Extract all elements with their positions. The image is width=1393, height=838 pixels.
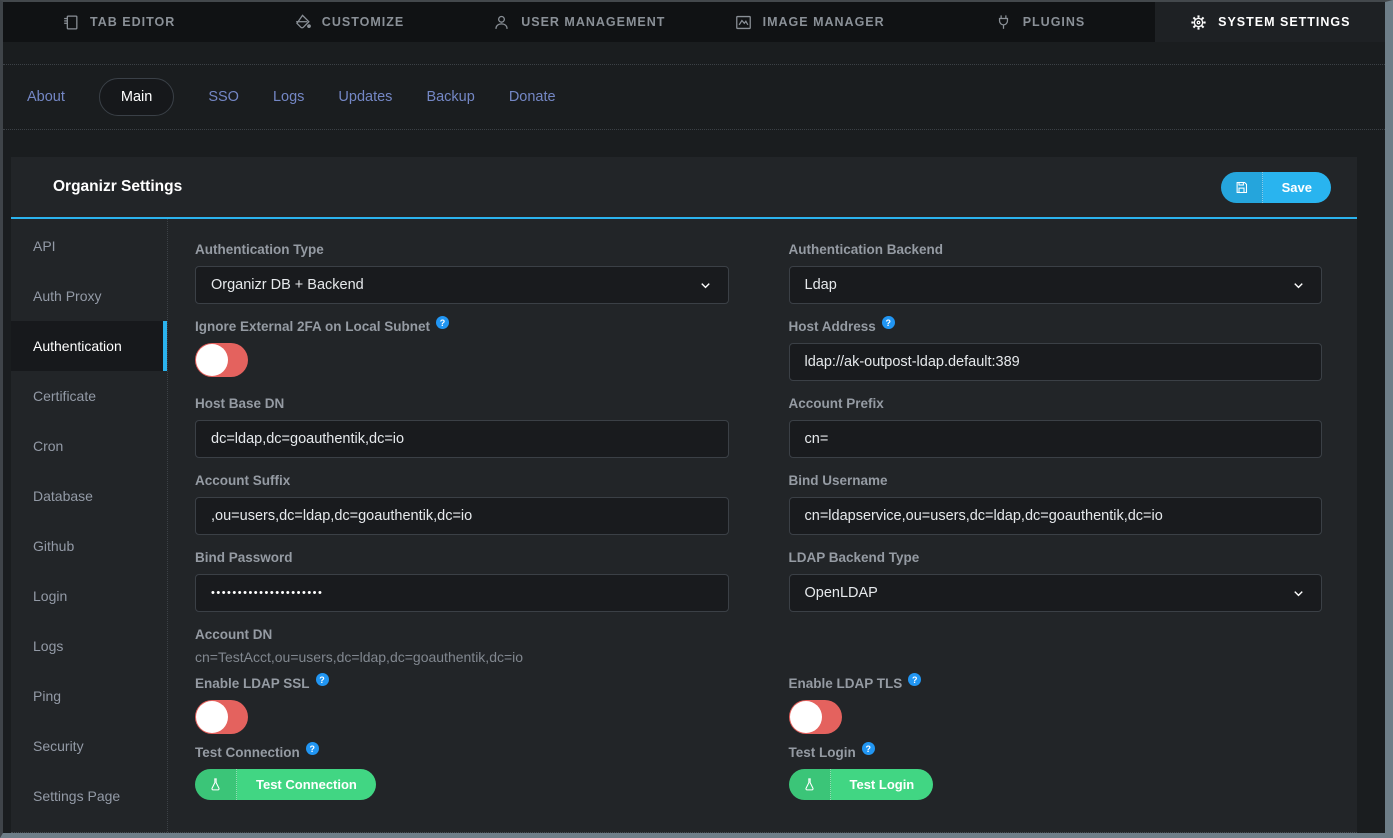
help-icon[interactable]: ? (436, 316, 449, 329)
chevron-down-icon (1291, 586, 1306, 601)
sidebar-item-api[interactable]: API (11, 221, 167, 271)
authentication-type-select[interactable]: Organizr DB + Backend (195, 266, 729, 304)
help-icon[interactable]: ? (908, 673, 921, 686)
test-connection-button[interactable]: Test Connection (195, 769, 376, 800)
sidebar-item-auth-proxy[interactable]: Auth Proxy (11, 271, 167, 321)
sidebar-item-github[interactable]: Github (11, 521, 167, 571)
test-login-button[interactable]: Test Login (789, 769, 934, 800)
nav-plugins[interactable]: PLUGINS (924, 2, 1154, 42)
account-prefix-input[interactable]: cn= (789, 420, 1323, 458)
nav-label: SYSTEM SETTINGS (1218, 15, 1350, 29)
flask-icon (195, 769, 237, 800)
account-dn-label: Account DN (195, 627, 729, 642)
bind-password-masked-value: ••••••••••••••••••••• (211, 587, 323, 599)
nav-tab-editor[interactable]: TAB EDITOR (3, 2, 233, 42)
chevron-down-icon (698, 278, 713, 293)
subnav-donate[interactable]: Donate (509, 89, 556, 105)
test-connection-button-label: Test Connection (237, 777, 376, 792)
image-manager-icon (734, 13, 753, 32)
test-login-label: Test Login ? (789, 745, 1323, 760)
settings-subnav: About Main SSO Logs Updates Backup Donat… (3, 64, 1385, 130)
ldap-backend-type-label: LDAP Backend Type (789, 550, 1323, 565)
test-login-button-label: Test Login (831, 777, 934, 792)
nav-label: USER MANAGEMENT (521, 15, 665, 29)
sidebar-item-security[interactable]: Security (11, 721, 167, 771)
nav-image-manager[interactable]: IMAGE MANAGER (694, 2, 924, 42)
help-icon[interactable]: ? (862, 742, 875, 755)
tab-editor-icon (61, 13, 80, 32)
flask-icon (789, 769, 831, 800)
authentication-type-value: Organizr DB + Backend (211, 277, 364, 293)
sidebar-item-logs[interactable]: Logs (11, 621, 167, 671)
help-icon[interactable]: ? (882, 316, 895, 329)
nav-label: PLUGINS (1023, 15, 1086, 29)
plugins-icon (994, 13, 1013, 32)
system-settings-icon (1189, 13, 1208, 32)
bind-password-input[interactable]: ••••••••••••••••••••• (195, 574, 729, 612)
organizr-settings-panel: Organizr Settings Save API Auth Proxy Au… (11, 157, 1357, 833)
ldap-backend-type-select[interactable]: OpenLDAP (789, 574, 1323, 612)
help-icon[interactable]: ? (306, 742, 319, 755)
subnav-sso[interactable]: SSO (208, 89, 239, 105)
authentication-type-label: Authentication Type (195, 242, 729, 257)
help-icon[interactable]: ? (316, 673, 329, 686)
ignore-2fa-toggle[interactable] (195, 343, 248, 377)
account-dn-value: cn=TestAcct,ou=users,dc=ldap,dc=goauthen… (195, 649, 729, 665)
bind-username-input[interactable]: cn=ldapservice,ou=users,dc=ldap,dc=goaut… (789, 497, 1323, 535)
enable-ldap-tls-toggle[interactable] (789, 700, 842, 734)
settings-sidebar: API Auth Proxy Authentication Certificat… (11, 219, 168, 832)
subnav-main[interactable]: Main (99, 78, 174, 116)
authentication-backend-label: Authentication Backend (789, 242, 1323, 257)
bind-username-label: Bind Username (789, 473, 1323, 488)
save-button[interactable]: Save (1221, 172, 1331, 203)
sidebar-item-authentication[interactable]: Authentication (11, 321, 167, 371)
sidebar-item-settings-page[interactable]: Settings Page (11, 771, 167, 821)
account-suffix-label: Account Suffix (195, 473, 729, 488)
sidebar-item-certificate[interactable]: Certificate (11, 371, 167, 421)
account-suffix-input[interactable]: ,ou=users,dc=ldap,dc=goauthentik,dc=io (195, 497, 729, 535)
save-button-label: Save (1263, 180, 1331, 195)
save-icon (1221, 172, 1263, 203)
nav-label: CUSTOMIZE (322, 15, 404, 29)
subnav-about[interactable]: About (27, 89, 65, 105)
authentication-form: Authentication Type Organizr DB + Backen… (168, 219, 1357, 832)
ldap-backend-type-value: OpenLDAP (805, 585, 878, 601)
sidebar-item-database[interactable]: Database (11, 471, 167, 521)
nav-system-settings[interactable]: SYSTEM SETTINGS (1155, 2, 1385, 42)
sidebar-item-login[interactable]: Login (11, 571, 167, 621)
enable-ldap-ssl-label: Enable LDAP SSL ? (195, 676, 729, 691)
host-base-dn-label: Host Base DN (195, 396, 729, 411)
sidebar-item-ping[interactable]: Ping (11, 671, 167, 721)
host-address-label: Host Address ? (789, 319, 1323, 334)
top-navbar: TAB EDITOR CUSTOMIZE USER MANAGEMENT IMA… (3, 2, 1385, 42)
enable-ldap-ssl-toggle[interactable] (195, 700, 248, 734)
enable-ldap-tls-label: Enable LDAP TLS ? (789, 676, 1323, 691)
sidebar-item-cron[interactable]: Cron (11, 421, 167, 471)
panel-header: Organizr Settings Save (11, 157, 1357, 219)
bind-password-label: Bind Password (195, 550, 729, 565)
toggle-knob (196, 701, 228, 733)
account-prefix-label: Account Prefix (789, 396, 1323, 411)
toggle-knob (196, 344, 228, 376)
nav-label: IMAGE MANAGER (763, 15, 885, 29)
host-base-dn-input[interactable]: dc=ldap,dc=goauthentik,dc=io (195, 420, 729, 458)
subnav-updates[interactable]: Updates (338, 89, 392, 105)
authentication-backend-select[interactable]: Ldap (789, 266, 1323, 304)
user-management-icon (492, 13, 511, 32)
subnav-logs[interactable]: Logs (273, 89, 304, 105)
nav-user-management[interactable]: USER MANAGEMENT (464, 2, 694, 42)
test-connection-label: Test Connection ? (195, 745, 729, 760)
subnav-backup[interactable]: Backup (426, 89, 474, 105)
ignore-2fa-label: Ignore External 2FA on Local Subnet ? (195, 319, 729, 334)
toggle-knob (790, 701, 822, 733)
nav-customize[interactable]: CUSTOMIZE (233, 2, 463, 42)
chevron-down-icon (1291, 278, 1306, 293)
nav-label: TAB EDITOR (90, 15, 175, 29)
customize-icon (293, 13, 312, 32)
host-address-input[interactable]: ldap://ak-outpost-ldap.default:389 (789, 343, 1323, 381)
page-title: Organizr Settings (53, 178, 182, 196)
authentication-backend-value: Ldap (805, 277, 837, 293)
